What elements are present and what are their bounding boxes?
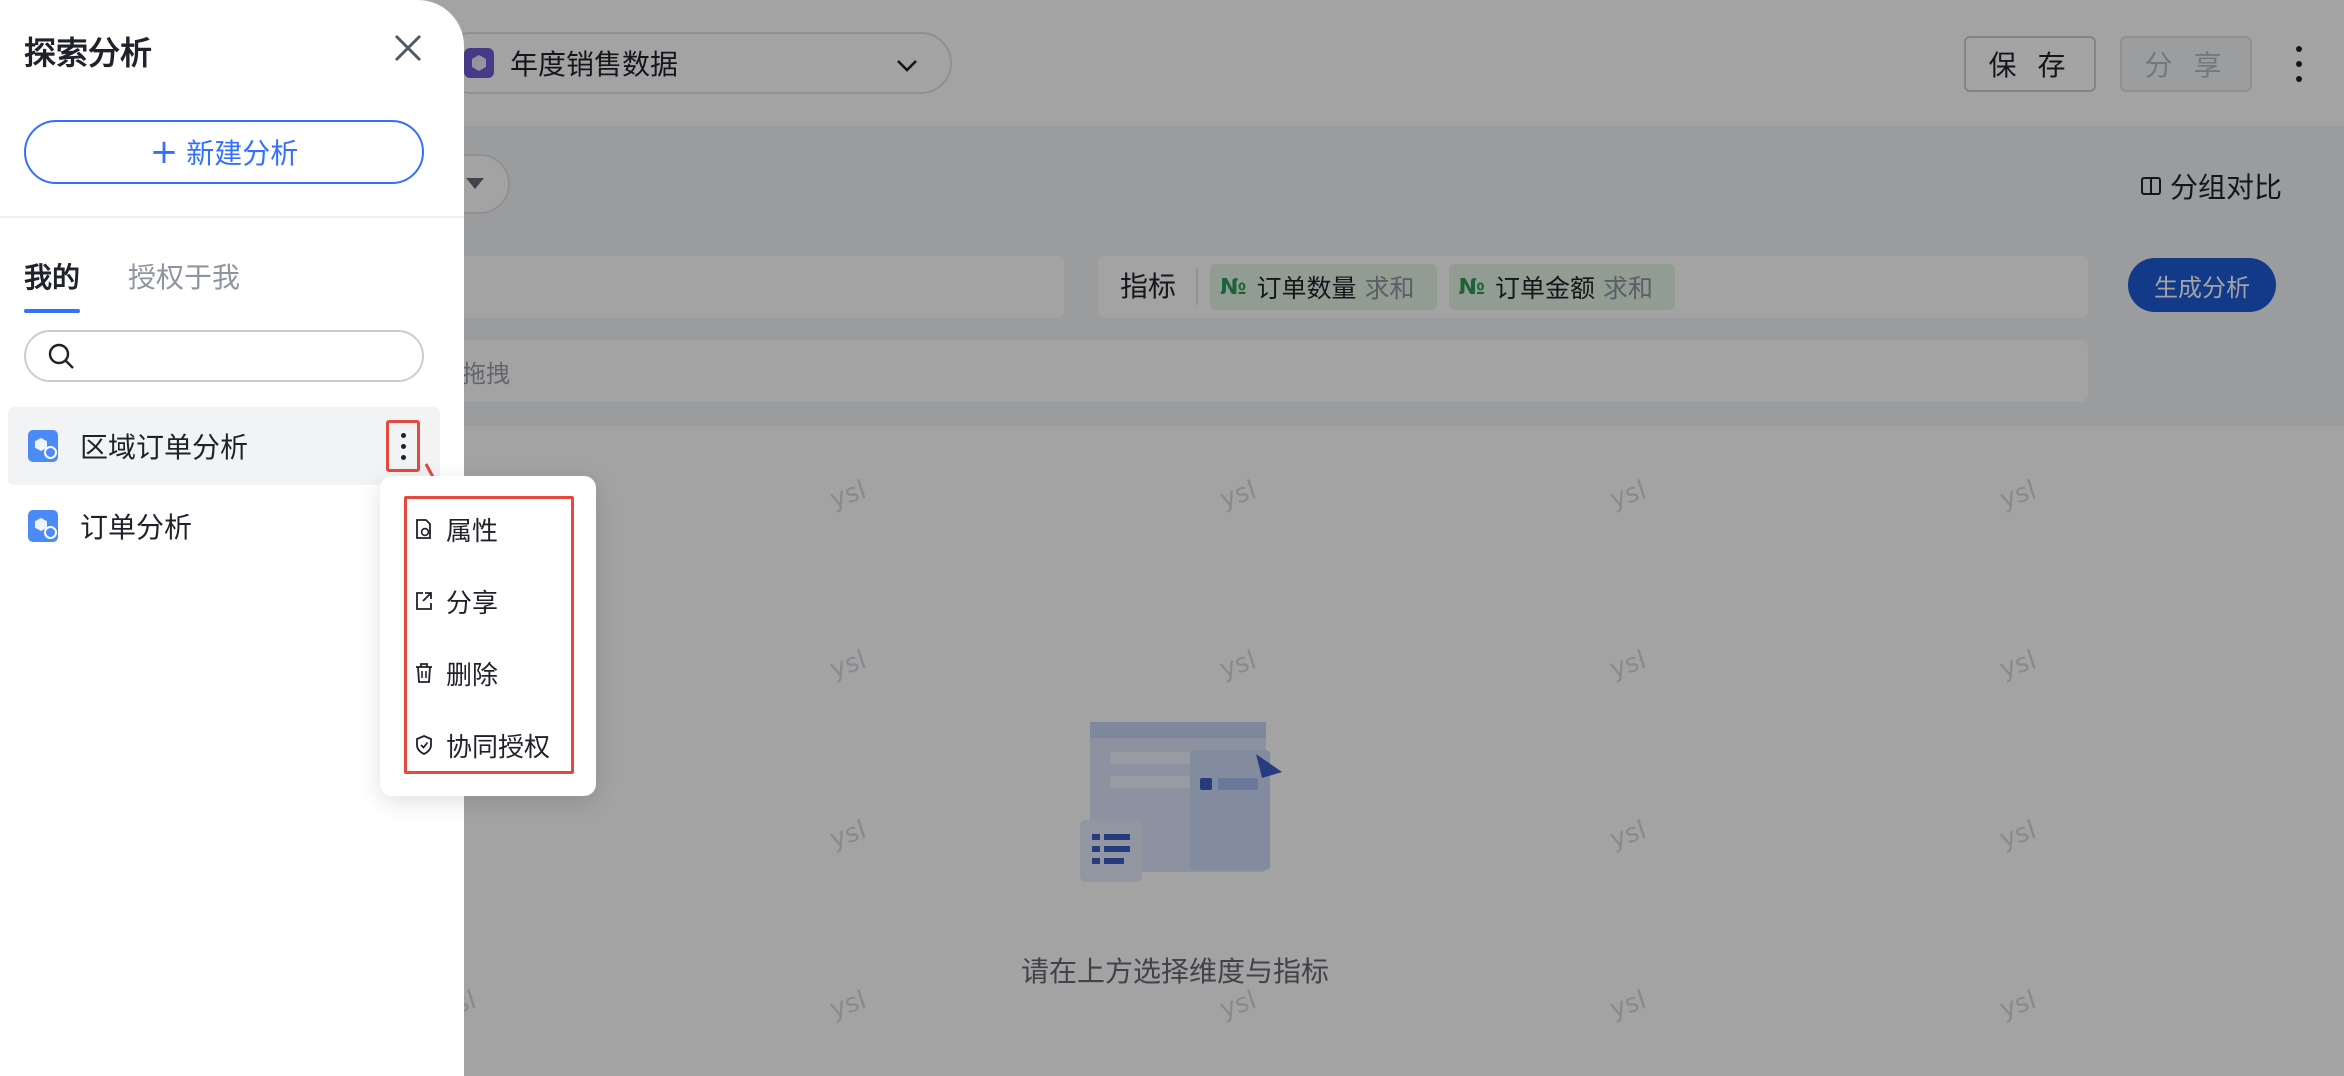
search-input[interactable] <box>88 342 418 370</box>
menu-item-label: 属性 <box>446 516 499 547</box>
shield-icon <box>416 735 432 756</box>
menu-item-label: 分享 <box>446 588 499 619</box>
menu-item-label: 删除 <box>446 660 499 691</box>
menu-item-collaborate-authorize[interactable]: 协同授权 <box>414 720 550 770</box>
item-more-icon[interactable] <box>386 420 420 472</box>
analysis-name: 区域订单分析 <box>80 431 249 464</box>
tab-mine[interactable]: 我的 <box>24 256 80 296</box>
new-analysis-button[interactable]: + 新建分析 <box>24 120 424 184</box>
list-item[interactable]: 订单分析 <box>8 487 440 565</box>
plus-icon: + <box>149 132 179 172</box>
search-icon <box>48 343 74 369</box>
divider <box>0 216 464 218</box>
share-icon <box>416 592 432 610</box>
analysis-name: 订单分析 <box>80 511 193 544</box>
menu-item-delete[interactable]: 删除 <box>414 648 498 698</box>
menu-item-properties[interactable]: 属性 <box>414 504 498 554</box>
close-icon[interactable] <box>388 28 428 68</box>
menu-item-share[interactable]: 分享 <box>414 576 498 626</box>
drawer-title: 探索分析 <box>24 34 153 72</box>
tab-shared-with-me[interactable]: 授权于我 <box>128 256 240 296</box>
trash-icon <box>416 663 432 683</box>
properties-icon <box>416 519 431 539</box>
analysis-doc-icon <box>28 510 58 542</box>
analysis-doc-icon <box>28 430 58 462</box>
search-box[interactable] <box>24 330 424 382</box>
list-item[interactable]: 区域订单分析 <box>8 407 440 485</box>
menu-item-label: 协同授权 <box>446 732 551 763</box>
new-analysis-label: 新建分析 <box>186 137 299 170</box>
active-tab-indicator <box>24 309 80 313</box>
